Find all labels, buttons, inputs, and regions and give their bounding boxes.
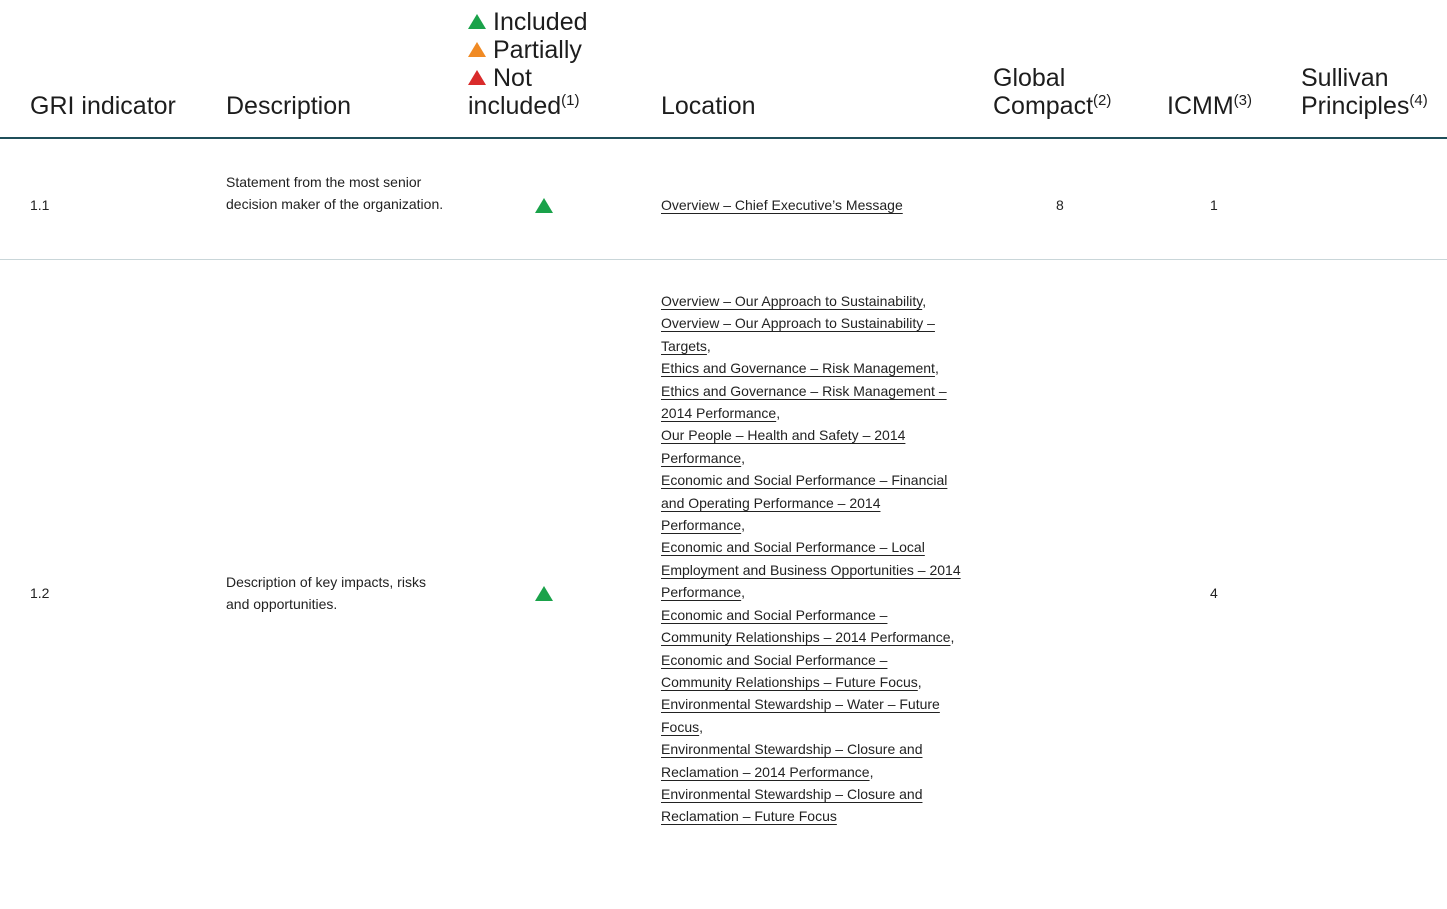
location-link[interactable]: Ethics and Governance – Risk Management — [661, 360, 935, 376]
legend-partially: Partially — [468, 36, 638, 64]
legend-not-included: Not included(1) — [468, 64, 638, 120]
location-list-item: Economic and Social Performance – Commun… — [661, 651, 922, 690]
location-link[interactable]: Overview – Chief Executive’s Message — [661, 194, 961, 216]
partially-triangle-icon — [468, 42, 486, 57]
location-link[interactable]: Overview – Our Approach to Sustainabilit… — [661, 315, 935, 353]
header-icmm: ICMM(3) — [1167, 92, 1252, 120]
location-list-item: Ethics and Governance – Risk Management … — [661, 382, 947, 422]
gri-index-table: GRI indicator Description Included Parti… — [0, 0, 1447, 909]
status-legend: Included Partially Not included(1) — [468, 8, 638, 120]
row-1-location: Overview – Chief Executive’s Message — [661, 194, 961, 216]
location-list-item: Economic and Social Performance – Financ… — [661, 472, 948, 534]
location-link[interactable]: Environmental Stewardship – Closure and … — [661, 786, 922, 824]
location-list-item: Ethics and Governance – Risk Management, — [661, 360, 939, 377]
location-list-item: Economic and Social Performance – Local … — [661, 539, 961, 601]
location-link[interactable]: Economic and Social Performance – Financ… — [661, 472, 947, 533]
header-description: Description — [226, 92, 352, 120]
row-1-icmm: 1 — [1210, 197, 1218, 213]
location-list-item: Economic and Social Performance – Commun… — [661, 606, 955, 646]
location-link[interactable]: Environmental Stewardship – Closure and … — [661, 741, 922, 779]
included-triangle-icon — [468, 14, 486, 29]
row-1-indicator: 1.1 — [30, 197, 50, 213]
row-2-status — [535, 585, 553, 607]
location-link[interactable]: Economic and Social Performance – Commun… — [661, 607, 950, 645]
header-global-compact: Global Compact(2) — [993, 64, 1112, 120]
footnote-1: (1) — [561, 92, 580, 109]
row-1-global-compact: 8 — [1056, 197, 1064, 213]
location-list-item: Environmental Stewardship – Water – Futu… — [661, 696, 940, 735]
included-triangle-icon — [535, 586, 553, 601]
row-2-location: Overview – Our Approach to Sustainabilit… — [661, 290, 961, 828]
location-list-item: Environmental Stewardship – Closure and … — [661, 783, 961, 828]
footnote-3: (3) — [1233, 92, 1252, 109]
row-1-status — [535, 197, 553, 219]
location-link[interactable]: Ethics and Governance – Risk Management … — [661, 383, 947, 421]
location-link[interactable]: Economic and Social Performance – Local … — [661, 539, 961, 600]
not-included-triangle-icon — [468, 70, 486, 85]
header-gri-indicator: GRI indicator — [30, 92, 176, 120]
table-header: GRI indicator Description Included Parti… — [0, 0, 1447, 137]
header-divider — [0, 137, 1447, 139]
footnote-2: (2) — [1093, 92, 1112, 109]
footnote-4: (4) — [1409, 92, 1428, 109]
row-2-description: Description of key impacts, risks and op… — [226, 574, 426, 612]
location-list-item: Overview – Our Approach to Sustainabilit… — [661, 293, 927, 309]
legend-included: Included — [468, 8, 638, 36]
row-2-indicator: 1.2 — [30, 585, 50, 601]
header-location: Location — [661, 92, 756, 120]
row-divider — [0, 259, 1447, 260]
location-list-item: Overview – Our Approach to Sustainabilit… — [661, 315, 935, 354]
location-link[interactable]: Economic and Social Performance – Commun… — [661, 652, 918, 690]
location-link[interactable]: Our People – Health and Safety – 2014 Pe… — [661, 427, 905, 465]
row-2-icmm: 4 — [1210, 585, 1218, 601]
row-1-description: Statement from the most senior decision … — [226, 174, 444, 212]
location-link[interactable]: Environmental Stewardship – Water – Futu… — [661, 696, 940, 734]
header-sullivan-principles: Sullivan Principles(4) — [1301, 64, 1428, 120]
location-list-item: Environmental Stewardship – Closure and … — [661, 741, 923, 780]
included-triangle-icon — [535, 198, 553, 213]
location-list-item: Our People – Health and Safety – 2014 Pe… — [661, 427, 906, 466]
location-link[interactable]: Overview – Our Approach to Sustainabilit… — [661, 293, 922, 309]
